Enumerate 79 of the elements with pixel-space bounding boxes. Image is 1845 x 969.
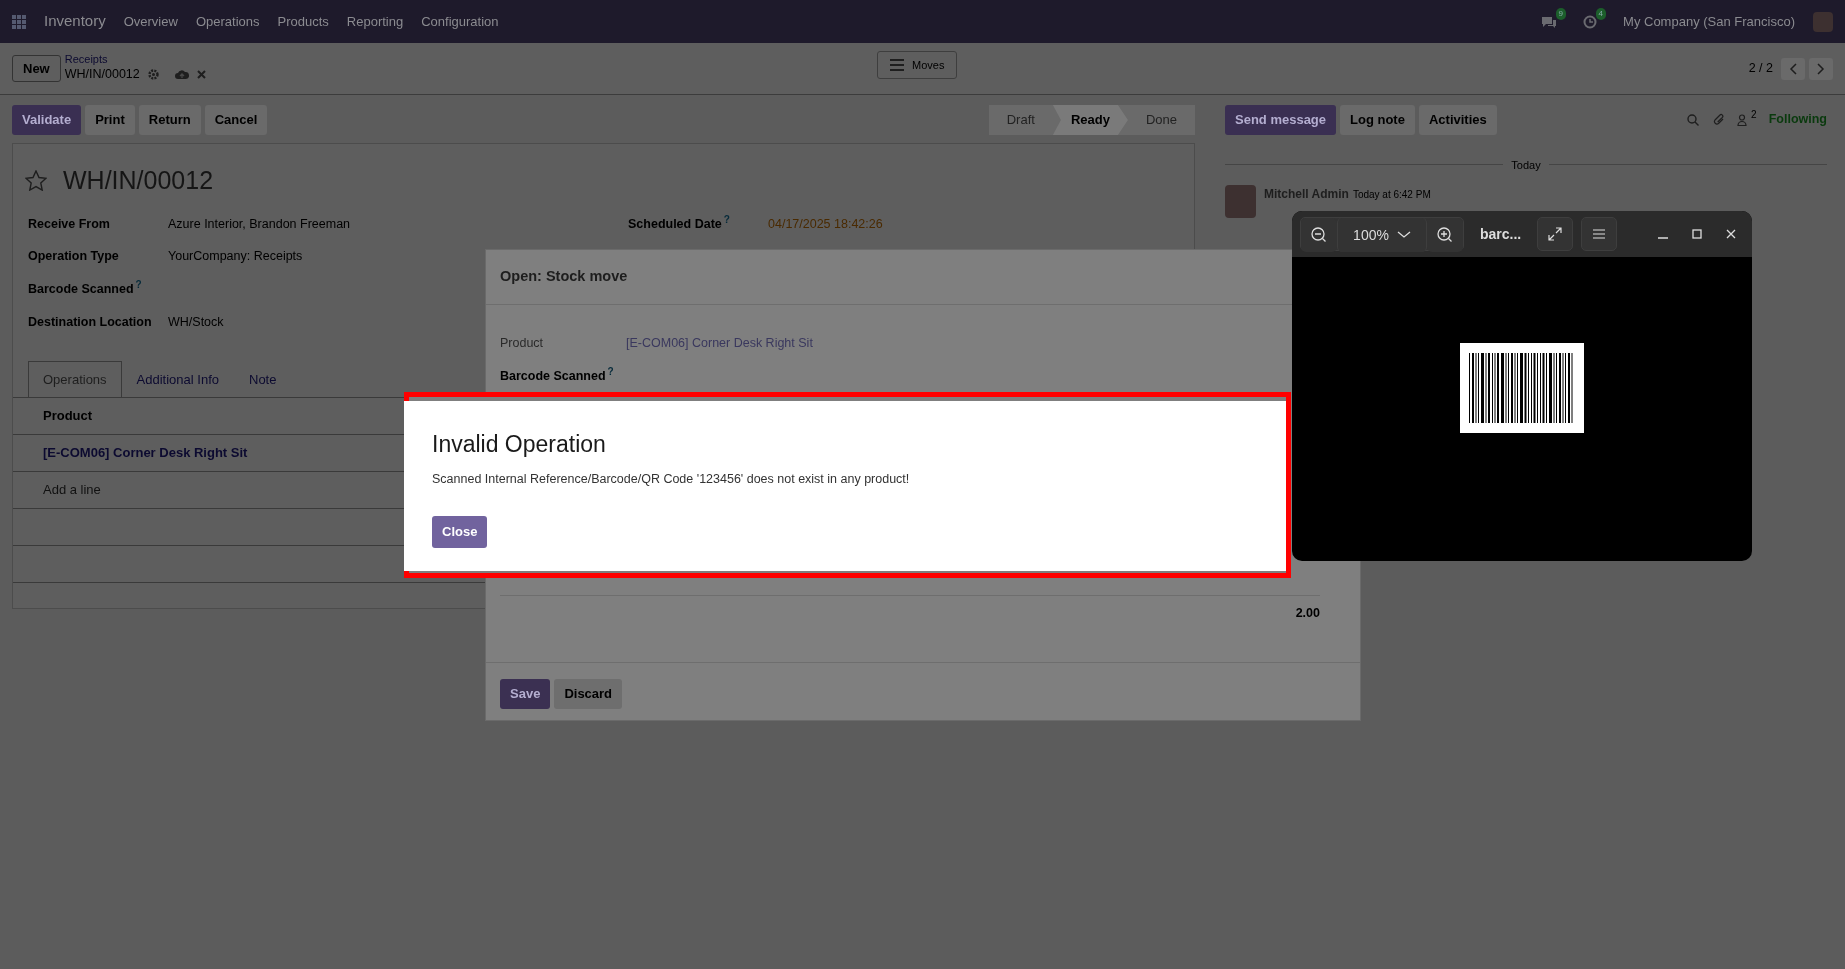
dialog-title: Open: Stock move [500,267,628,287]
field-label: Destination Location [28,313,153,331]
menu-item[interactable]: Operations [195,11,260,32]
new-button[interactable]: New [12,54,61,83]
previous-button[interactable] [1781,57,1805,80]
action-button[interactable]: Validate [12,105,82,135]
field-label: Operation Type [28,247,120,265]
company-name[interactable]: My Company (San Francisco) [1623,11,1795,32]
status-step[interactable]: Ready [1052,105,1128,135]
menu-icon [1593,229,1606,239]
list-icon [890,59,904,71]
chat-icon[interactable] [1541,14,1558,29]
menu-item[interactable]: Overview [123,11,178,32]
pager-value: 2 / 2 [1748,60,1773,78]
form-tab[interactable]: Operations [28,360,122,397]
date-separator: Today [1511,157,1541,173]
message-count: 9 [1555,7,1567,20]
status-step[interactable]: Done [1127,105,1195,135]
app-name[interactable]: Inventory [44,10,106,33]
dialog-title: Invalid Operation [432,430,607,459]
form-tab[interactable]: Additional Info [121,360,234,397]
paperclip-icon[interactable] [1713,113,1726,127]
column-header: Product [43,407,93,426]
status-step[interactable]: Draft [988,105,1053,135]
dialog-button[interactable]: Save [500,679,551,709]
menu-item[interactable]: Configuration [421,11,499,32]
form-tab[interactable]: Note [234,360,292,397]
expand-icon [1548,227,1563,241]
chevron-down-icon [1396,231,1411,239]
message-time: Today at 6:42 PM [1352,189,1431,200]
menu-item[interactable]: Reporting [346,11,404,32]
dialog-button[interactable]: Discard [554,679,623,709]
field-value[interactable]: WH/Stock [168,312,224,332]
field-label: Scheduled Date $^{?}$ [628,215,731,234]
person-icon[interactable] [1737,113,1748,126]
total-value: 2.00 [1295,605,1320,622]
field-value[interactable]: Azure Interior, Brandon Freeman [168,215,351,234]
field-label: Barcode Scanned $^{?}$ [500,367,615,386]
next-button[interactable] [1809,57,1833,80]
chevron-left-icon [1789,62,1797,75]
app-grid-icon[interactable] [12,14,26,29]
chatter-button[interactable]: Log note [1340,105,1415,135]
search-icon[interactable] [1687,113,1700,126]
cloud-upload-icon[interactable] [174,69,189,81]
author-avatar [1225,185,1256,218]
action-button[interactable]: Cancel [204,105,268,135]
author-name[interactable]: Mitchell Admin [1264,187,1349,201]
zoom-out-icon [1311,227,1327,243]
field-label: Receive From [28,216,111,234]
chatter-button[interactable]: Activities [1418,105,1497,135]
follower-count: 2 [1751,108,1757,122]
favorite-star-icon[interactable] [25,170,47,192]
gear-icon[interactable] [147,69,159,81]
field-label: Product [500,335,545,353]
fullscreen-button[interactable] [1537,217,1574,251]
record-title: WH/IN/00012 [63,165,214,196]
field-value[interactable]: YourCompany: Receipts [168,246,303,266]
activity-count: 4 [1595,7,1607,20]
maximize-icon[interactable] [1692,229,1702,239]
action-button[interactable]: Return [138,105,201,135]
field-label: Barcode Scanned $^{?}$ [28,279,143,298]
chatter-button[interactable]: Send message [1225,105,1337,135]
window-title: barc... [1479,224,1523,244]
field-value[interactable]: [E-COM06] Corner Desk Right Sit [626,334,813,353]
add-line-link[interactable]: Add a line [43,480,101,500]
field-value[interactable]: 04/17/2025 18:42:26 [768,215,883,234]
zoom-in-icon [1437,227,1453,243]
close-button[interactable]: Close [432,516,488,548]
zoom-level-dropdown[interactable]: 100% [1337,218,1427,252]
chevron-right-icon [1817,62,1825,75]
table-cell[interactable]: [E-COM06] Corner Desk Right Sit [43,443,248,463]
error-message: Scanned Internal Reference/Barcode/QR Code '123456' does not exist in any product! [432,470,911,488]
breadcrumb-link[interactable]: Receipts [64,53,206,66]
view-switch-button[interactable]: Moves [877,51,958,79]
menu-button[interactable] [1581,217,1618,251]
action-button[interactable]: Print [85,105,135,135]
menu-item[interactable]: Products [277,11,329,32]
clock-icon[interactable] [1583,14,1598,29]
record-name: WH/IN/00012 [64,66,140,84]
